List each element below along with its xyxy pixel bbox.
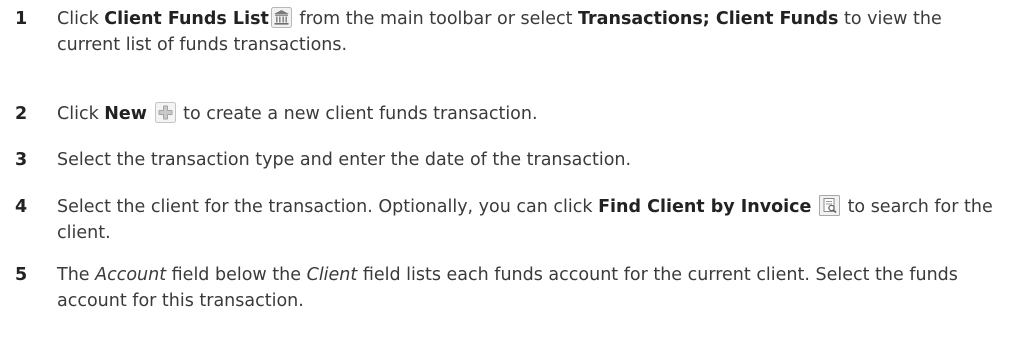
ui-term-find-client-by-invoice: Find Client by Invoice [598,197,812,217]
step-number: 4 [15,197,28,217]
step-text: Select the transaction type and enter th… [57,150,632,170]
ui-term-client-funds-list: Client Funds List [104,9,269,29]
step-number: 1 [15,9,28,29]
step-text: Click Client Funds List from the main to… [57,6,1007,58]
plus-icon [154,102,176,123]
field-name-client: Client [306,265,358,285]
step-text: Click New to create a new client funds t… [57,101,1007,127]
step-text-part: The [57,265,96,285]
find-invoice-icon [818,195,840,216]
ui-term-transactions-client-funds: Transactions; Client Funds [578,9,839,29]
step-text-part: Click [57,104,105,124]
step-text-part: from the main toolbar or select [293,9,579,29]
step-text-part: Click [57,9,105,29]
step-text: The Account field below the Client field… [57,262,1007,314]
step-number: 5 [15,265,28,285]
field-name-account: Account [95,265,167,285]
step-number: 2 [15,104,28,124]
bank-building-icon [270,7,292,28]
step-text-part: to create a new client funds transaction… [177,104,538,124]
step-text-part: Select the client for the transaction. O… [57,197,599,217]
step-number: 3 [15,150,28,170]
step-text-part: field below the [166,265,307,285]
ui-term-new: New [104,104,147,124]
step-text: Select the client for the transaction. O… [57,194,1007,246]
